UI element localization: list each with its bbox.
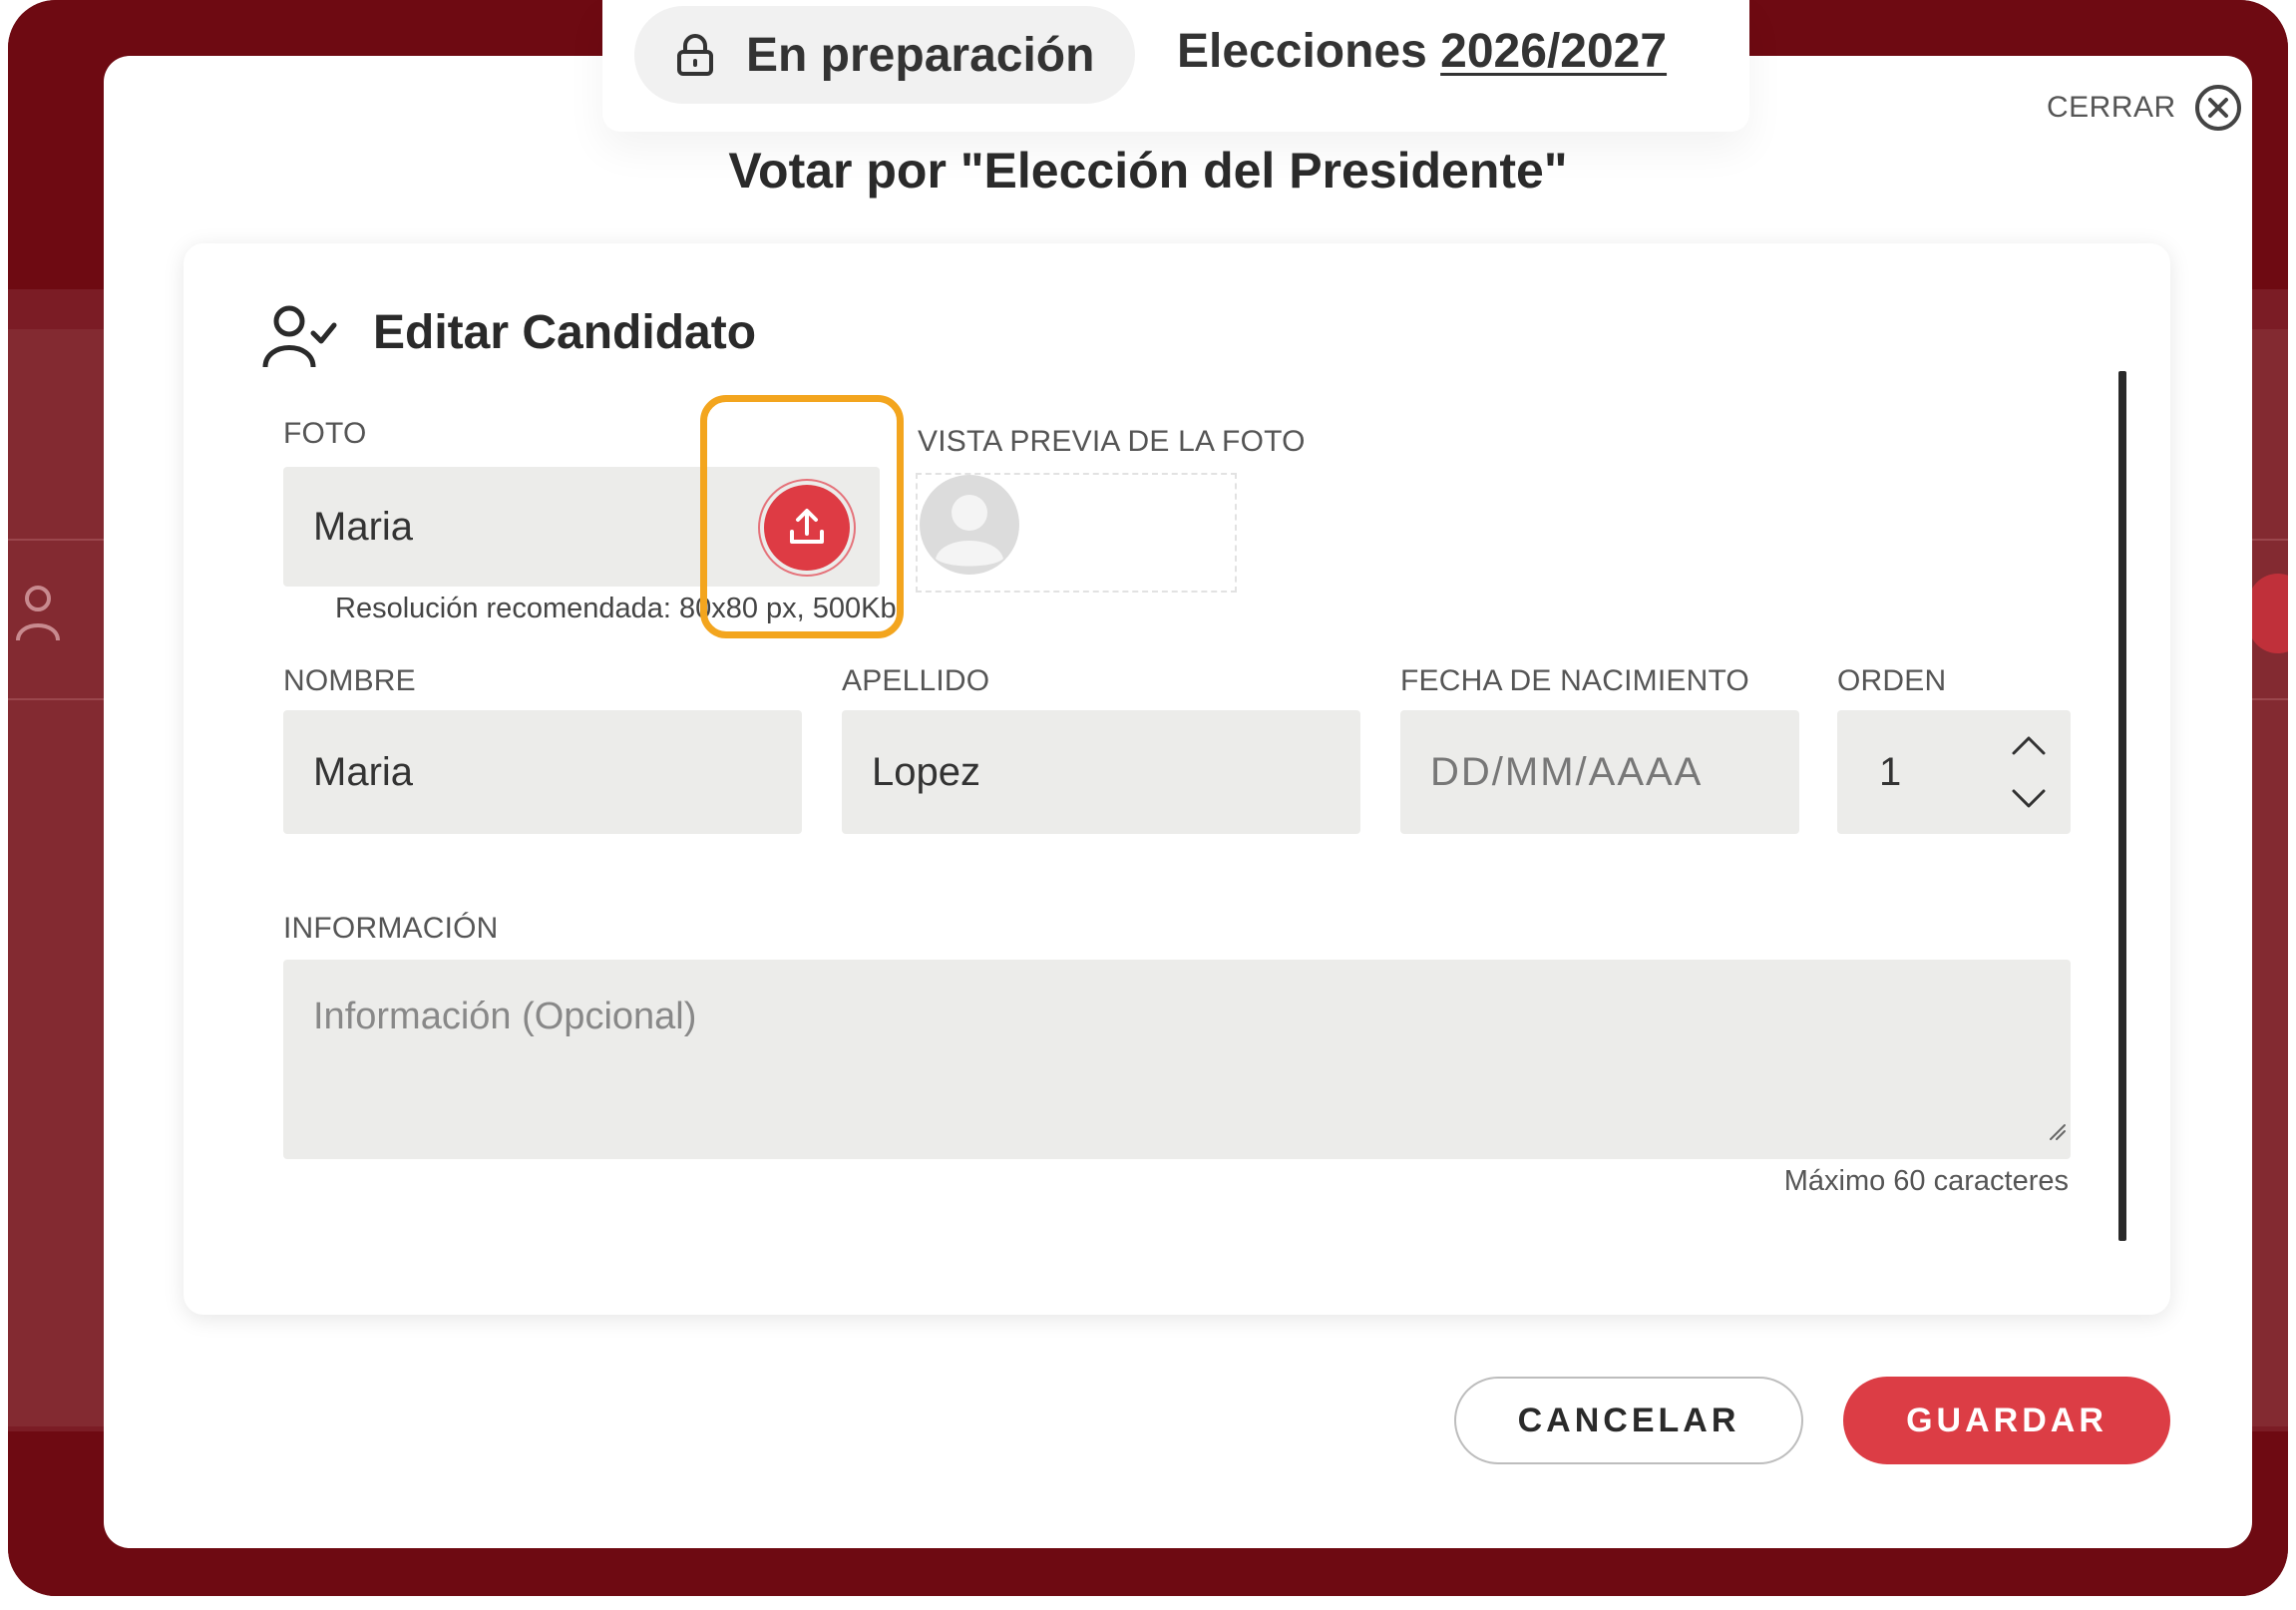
last-name-input[interactable]: Lopez	[842, 710, 1360, 834]
last-name-label: APELLIDO	[842, 664, 990, 697]
user-check-icon	[262, 305, 337, 368]
elections-title: Elecciones 2026/2027	[1177, 24, 1667, 79]
lock-icon	[677, 34, 713, 76]
scrollbar[interactable]	[2118, 371, 2126, 1241]
highlight-box	[700, 395, 904, 638]
chevron-up-icon[interactable]	[2011, 734, 2047, 756]
birth-date-label: FECHA DE NACIMIENTO	[1400, 664, 1749, 697]
page-title: Votar por "Elección del Presidente"	[728, 143, 1568, 199]
first-name-label: NOMBRE	[283, 664, 416, 697]
first-name-input[interactable]: Maria	[283, 710, 802, 834]
status-badge: En preparación	[634, 6, 1135, 104]
elections-prefix: Elecciones	[1177, 25, 1427, 78]
order-stepper[interactable]: 1	[1837, 710, 2071, 834]
chevron-down-icon[interactable]	[2011, 788, 2047, 810]
form-title: Editar Candidato	[373, 306, 757, 359]
status-label: En preparación	[746, 29, 1095, 82]
background-user-icon	[16, 586, 60, 641]
order-label: ORDEN	[1837, 664, 1947, 697]
elections-year-link[interactable]: 2026/2027	[1440, 25, 1667, 78]
birth-date-input[interactable]: DD/MM/AAAA	[1400, 710, 1799, 834]
photo-preview-label: VISTA PREVIA DE LA FOTO	[918, 425, 1306, 458]
avatar-placeholder-icon	[920, 475, 1019, 575]
info-textarea[interactable]: Información (Opcional)	[283, 960, 2071, 1159]
resize-handle-icon[interactable]	[2047, 1121, 2067, 1141]
close-label: CERRAR	[2047, 91, 2176, 124]
cancel-button[interactable]: CANCELAR	[1454, 1377, 1803, 1464]
close-circle-icon[interactable]	[2194, 84, 2242, 132]
save-button[interactable]: GUARDAR	[1843, 1377, 2170, 1464]
background-decoration	[2248, 574, 2288, 653]
close-button[interactable]: CERRAR	[2047, 82, 2242, 134]
info-label: INFORMACIÓN	[283, 912, 499, 945]
char-limit-hint: Máximo 60 caracteres	[1783, 1165, 2069, 1197]
photo-label: FOTO	[283, 417, 367, 450]
